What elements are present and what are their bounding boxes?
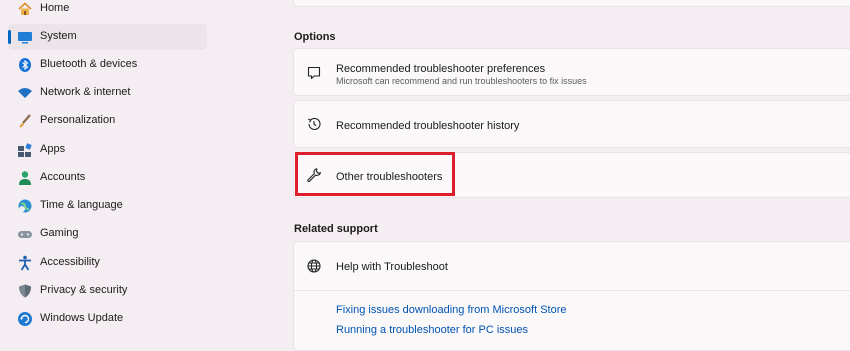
link-fixing-store-downloads[interactable]: Fixing issues downloading from Microsoft…: [336, 304, 566, 316]
other-troubleshooters-row[interactable]: Other troubleshooters: [293, 152, 850, 198]
help-with-troubleshoot-header[interactable]: Help with Troubleshoot: [294, 242, 850, 290]
history-icon: [307, 117, 321, 130]
controller-icon: [17, 226, 33, 242]
sidebar-item-label: Windows Update: [40, 312, 124, 324]
sidebar-item-network[interactable]: Network & internet: [8, 80, 207, 106]
sidebar-item-accounts[interactable]: Accounts: [8, 165, 207, 191]
chat-bubble-icon: [307, 66, 321, 80]
recommended-preferences-row[interactable]: Recommended troubleshooter preferences M…: [293, 48, 850, 96]
system-icon: [17, 29, 33, 45]
section-title-related-support: Related support: [294, 223, 378, 235]
sidebar-item-privacy[interactable]: Privacy & security: [8, 278, 207, 304]
sidebar-item-label: System: [40, 30, 77, 42]
sidebar-item-gaming[interactable]: Gaming: [8, 221, 207, 247]
row-title: Recommended troubleshooter preferences: [336, 63, 546, 75]
sidebar-item-apps[interactable]: Apps: [8, 137, 207, 163]
previous-section-card: [293, 0, 850, 7]
wifi-icon: [17, 85, 33, 101]
sidebar-item-label: Personalization: [40, 114, 116, 126]
sidebar-item-label: Bluetooth & devices: [40, 58, 138, 70]
update-icon: [17, 311, 33, 327]
divider: [294, 290, 850, 291]
row-title: Recommended troubleshooter history: [336, 120, 520, 132]
wrench-icon: [307, 168, 322, 183]
selection-indicator: [8, 30, 11, 44]
row-title: Other troubleshooters: [336, 171, 443, 183]
brush-icon: [17, 113, 33, 129]
section-title-options: Options: [294, 31, 336, 43]
sidebar-item-time-language[interactable]: Time & language: [8, 193, 207, 219]
globe-clock-icon: [17, 198, 33, 214]
sidebar-item-bluetooth[interactable]: Bluetooth & devices: [8, 52, 207, 78]
home-icon: [17, 1, 33, 17]
sidebar-item-label: Accessibility: [40, 256, 100, 268]
apps-icon: [17, 142, 33, 158]
sidebar-item-home[interactable]: Home: [8, 0, 207, 22]
globe-icon: [307, 259, 321, 273]
recommended-history-row[interactable]: Recommended troubleshooter history: [293, 100, 850, 148]
accessibility-icon: [17, 255, 33, 271]
main-content: Options Recommended troubleshooter prefe…: [293, 0, 850, 351]
sidebar-item-label: Home: [40, 2, 70, 14]
help-with-troubleshoot-title: Help with Troubleshoot: [336, 261, 448, 273]
sidebar-item-label: Gaming: [40, 227, 79, 239]
person-icon: [17, 170, 33, 186]
sidebar-item-system[interactable]: System: [8, 24, 207, 50]
sidebar-item-label: Accounts: [40, 171, 86, 183]
sidebar-item-label: Network & internet: [40, 86, 131, 98]
sidebar: Home System Bluetooth & devices Network …: [0, 0, 215, 342]
sidebar-item-accessibility[interactable]: Accessibility: [8, 250, 207, 276]
bluetooth-icon: [17, 57, 33, 73]
row-subtitle: Microsoft can recommend and run troubles…: [336, 76, 587, 86]
sidebar-item-label: Apps: [40, 143, 66, 155]
related-support-card: Help with Troubleshoot Fixing issues dow…: [293, 241, 850, 351]
link-running-troubleshooter[interactable]: Running a troubleshooter for PC issues: [336, 324, 528, 336]
sidebar-item-windows-update[interactable]: Windows Update: [8, 306, 207, 332]
shield-icon: [17, 283, 33, 299]
sidebar-item-label: Privacy & security: [40, 284, 128, 296]
sidebar-item-personalization[interactable]: Personalization: [8, 108, 207, 134]
sidebar-item-label: Time & language: [40, 199, 123, 211]
